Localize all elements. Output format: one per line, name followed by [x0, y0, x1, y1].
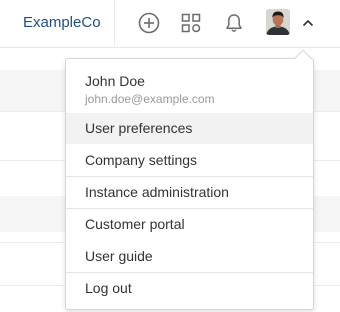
menu-item-company-settings[interactable]: Company settings	[66, 145, 313, 176]
user-email: john.doe@example.com	[85, 92, 215, 106]
user-menu-toggle[interactable]	[293, 8, 323, 38]
bell-icon	[226, 14, 242, 32]
add-circle-icon	[138, 12, 160, 34]
user-info: John Doe john.doe@example.com	[66, 59, 313, 109]
apps-button[interactable]	[176, 8, 206, 38]
menu-item-user-guide[interactable]: User guide	[66, 241, 313, 272]
create-button[interactable]	[134, 8, 164, 38]
notifications-button[interactable]	[219, 8, 249, 38]
menu-item-instance-administration[interactable]: Instance administration	[66, 177, 313, 208]
divider	[114, 0, 115, 48]
menu-item-user-preferences[interactable]: User preferences	[66, 113, 313, 144]
avatar[interactable]	[266, 9, 290, 35]
apps-grid-icon	[181, 13, 201, 33]
top-navigation-bar: ExampleCo	[0, 0, 340, 48]
user-name: John Doe	[85, 73, 145, 89]
menu-item-log-out[interactable]: Log out	[66, 273, 313, 304]
user-photo	[266, 9, 290, 35]
menu-item-customer-portal[interactable]: Customer portal	[66, 209, 313, 240]
chevron-up-icon	[302, 19, 314, 27]
user-dropdown-menu: John Doe john.doe@example.com User prefe…	[65, 49, 314, 310]
brand-name[interactable]: ExampleCo	[23, 13, 101, 33]
